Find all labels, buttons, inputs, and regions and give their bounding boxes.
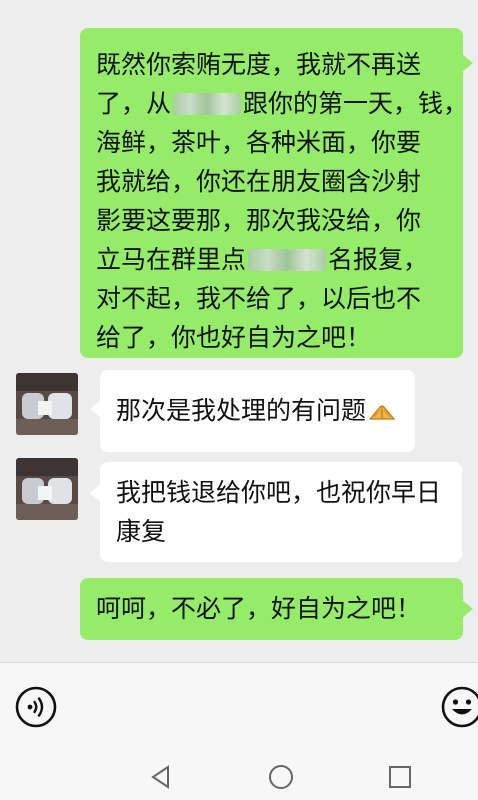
message-line: 了，从 跟你的第一天，钱， <box>96 89 469 118</box>
message-line: 影要这要那，那次我没给，你 <box>96 206 422 235</box>
chat-area[interactable]: 既然你索贿无度，我就不再送 了，从 跟你的第一天，钱， 海鲜，茶叶，各种米面，你要… <box>0 0 478 662</box>
clasped-hands-icon <box>368 405 396 420</box>
contact-avatar[interactable] <box>16 373 78 435</box>
message-line: 我把钱退给你吧，也祝你早日 <box>116 478 442 507</box>
message-line: 我就给，你还在朋友圈含沙射 <box>96 167 422 196</box>
voice-input-icon[interactable] <box>14 685 58 729</box>
message-line: 既然你索贿无度，我就不再送 <box>96 50 422 79</box>
message-line: 海鲜，茶叶，各种米面，你要 <box>96 128 422 157</box>
back-triangle-icon[interactable] <box>146 762 176 792</box>
message-text: 那次是我处理的有问题 <box>116 396 367 425</box>
redacted-name-blur <box>248 249 327 271</box>
system-navigation-bar <box>0 752 478 800</box>
message-line: 康复 <box>116 517 167 546</box>
received-message-bubble[interactable]: 我把钱退给你吧，也祝你早日 康复 <box>90 462 462 562</box>
emoji-icon[interactable] <box>440 685 478 729</box>
input-bar <box>0 662 478 753</box>
message-text: 呵呵，不必了，好自为之吧！ <box>96 594 422 623</box>
contact-avatar[interactable] <box>16 458 78 520</box>
message-line: 立马在群里点 名报复， <box>96 245 429 274</box>
recent-apps-square-icon[interactable] <box>385 762 415 792</box>
received-message-bubble[interactable]: 那次是我处理的有问题 <box>90 370 415 452</box>
sent-message-bubble[interactable]: 既然你索贿无度，我就不再送 了，从 跟你的第一天，钱， 海鲜，茶叶，各种米面，你要… <box>80 28 473 358</box>
redacted-name-blur <box>173 93 242 115</box>
sent-message-bubble[interactable]: 呵呵，不必了，好自为之吧！ <box>80 578 473 640</box>
message-line: 对不起，我不给了，以后也不 <box>96 284 422 313</box>
home-circle-icon[interactable] <box>266 762 296 792</box>
message-line: 给了，你也好自为之吧！ <box>96 323 372 352</box>
